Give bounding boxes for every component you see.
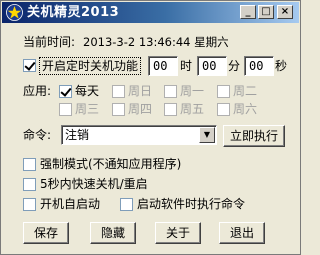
autostart-checkbox[interactable] — [23, 198, 36, 211]
day-label-thursday: 周四 — [128, 102, 153, 116]
day-label-monday: 周一 — [180, 84, 205, 98]
timer-enable-label[interactable]: 开启定时关机功能 — [39, 57, 142, 75]
day-checkbox-monday[interactable] — [164, 85, 177, 98]
second-input[interactable]: 00 — [244, 56, 274, 76]
command-label: 命令: — [23, 128, 52, 142]
day-checkbox-everyday[interactable] — [59, 85, 72, 98]
apply-label: 应用: — [23, 84, 52, 98]
main-window: 关机精灵2013 _ □ × 当前时间: 2013-3-2 13:46:44 星… — [0, 0, 301, 255]
execute-now-button[interactable]: 立即执行 — [223, 125, 285, 147]
window-title: 关机精灵2013 — [27, 5, 120, 20]
day-checkbox-tuesday[interactable] — [217, 85, 230, 98]
fast-shutdown-label: 5秒内快速关机/重启 — [40, 177, 148, 191]
day-label-wednesday: 周三 — [75, 102, 100, 116]
current-time-value: 2013-3-2 13:46:44 星期六 — [83, 35, 229, 49]
minimize-button[interactable]: _ — [240, 5, 256, 19]
title-bar[interactable]: 关机精灵2013 _ □ × — [2, 2, 299, 23]
save-button[interactable]: 保存 — [23, 222, 69, 244]
day-label-tuesday: 周二 — [233, 84, 258, 98]
app-star-icon — [6, 4, 23, 21]
exit-button[interactable]: 退出 — [219, 222, 265, 244]
run-on-launch-checkbox[interactable] — [120, 198, 133, 211]
day-label-saturday: 周六 — [233, 102, 258, 116]
day-label-everyday: 每天 — [75, 84, 100, 98]
run-on-launch-label: 启动软件时执行命令 — [137, 197, 246, 211]
day-checkbox-thursday[interactable] — [112, 103, 125, 116]
day-checkbox-wednesday[interactable] — [59, 103, 72, 116]
hour-unit-label: 时 — [180, 59, 193, 73]
command-selected-value: 注销 — [65, 128, 90, 142]
hide-button[interactable]: 隐藏 — [90, 222, 136, 244]
hour-input[interactable]: 00 — [148, 56, 178, 76]
force-mode-label: 强制模式(不通知应用程序) — [40, 157, 182, 171]
day-checkbox-sunday[interactable] — [112, 85, 125, 98]
day-label-sunday: 周日 — [128, 84, 153, 98]
autostart-label: 开机自启动 — [40, 197, 101, 211]
timer-enable-checkbox[interactable] — [23, 59, 36, 72]
maximize-button[interactable]: □ — [258, 5, 274, 19]
dropdown-arrow-icon[interactable]: ▼ — [199, 127, 215, 143]
minute-unit-label: 分 — [228, 59, 241, 73]
close-button[interactable]: × — [277, 5, 293, 19]
day-checkbox-friday[interactable] — [164, 103, 177, 116]
day-checkbox-saturday[interactable] — [217, 103, 230, 116]
minute-input[interactable]: 00 — [197, 56, 227, 76]
fast-shutdown-checkbox[interactable] — [23, 178, 36, 191]
command-select[interactable]: 注销 ▼ — [61, 125, 217, 145]
current-time-label: 当前时间: — [23, 35, 76, 49]
force-mode-checkbox[interactable] — [23, 158, 36, 171]
day-label-friday: 周五 — [180, 102, 205, 116]
about-button[interactable]: 关于 — [155, 222, 201, 244]
second-unit-label: 秒 — [275, 59, 288, 73]
